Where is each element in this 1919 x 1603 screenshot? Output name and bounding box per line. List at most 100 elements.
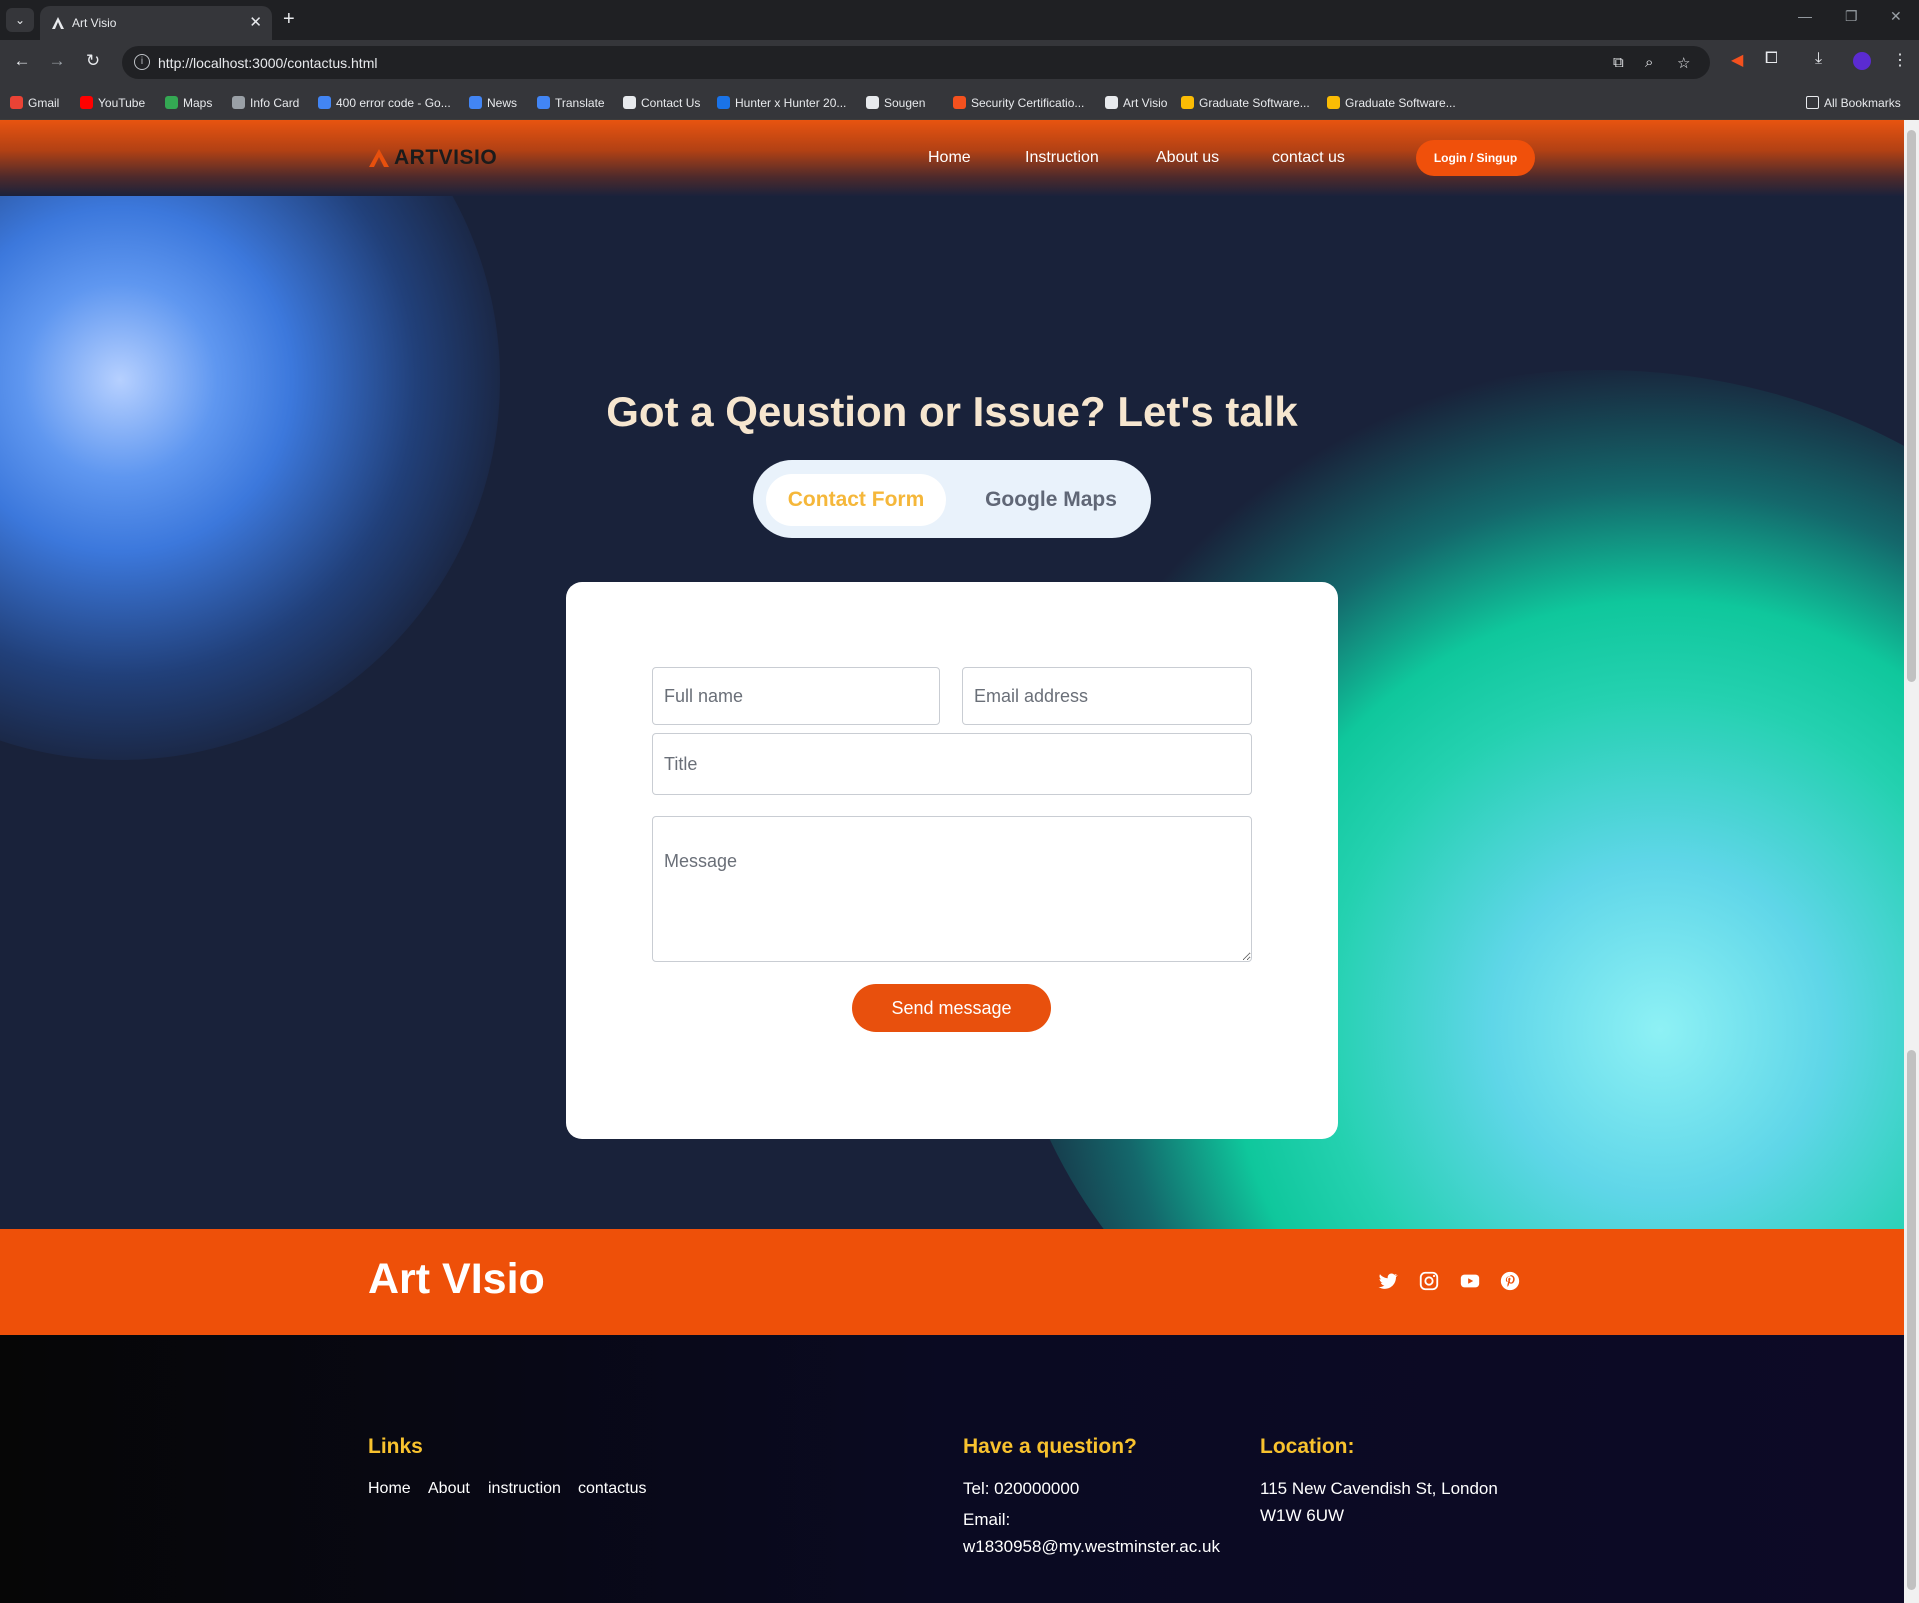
open-in-app-icon[interactable]: ⧉ [1613, 54, 1624, 71]
address-line-2: W1W 6UW [1260, 1506, 1345, 1525]
bookmark-item[interactable]: Translate [537, 85, 605, 120]
bookmarks-bar: Gmail YouTube Maps Info Card 400 error code … [0, 85, 1919, 120]
footer-link-home[interactable]: Home [368, 1480, 411, 1498]
page-scrollbar[interactable] [1904, 120, 1919, 1603]
youtube-icon[interactable] [1459, 1270, 1481, 1292]
tab-title: Art Visio [72, 16, 117, 30]
reload-icon[interactable]: ↻ [81, 51, 105, 71]
message-textarea[interactable] [652, 816, 1252, 962]
bookmark-star-icon[interactable]: ☆ [1677, 54, 1690, 72]
bookmark-label: Gmail [28, 95, 60, 110]
minimize-icon[interactable]: — [1798, 8, 1812, 24]
bookmark-item[interactable]: 400 error code - Go... [318, 85, 451, 120]
email-input[interactable] [962, 667, 1252, 725]
bookmark-favicon-icon [1181, 96, 1194, 109]
nav-instruction[interactable]: Instruction [1025, 149, 1099, 167]
bookmark-item[interactable]: Security Certificatio... [953, 85, 1084, 120]
new-tab-icon[interactable]: + [283, 8, 295, 31]
bookmark-item[interactable]: Art Visio [1105, 85, 1167, 120]
question-heading: Have a question? [963, 1435, 1137, 1458]
bookmark-label: 400 error code - Go... [336, 95, 451, 110]
browser-toolbar: ← → ↻ i http://localhost:3000/contactus.… [0, 40, 1919, 85]
footer-link-about[interactable]: About [428, 1480, 470, 1498]
zoom-icon[interactable]: ⌕ [1645, 54, 1653, 71]
bookmark-favicon-icon [953, 96, 966, 109]
bookmark-favicon-icon [318, 96, 331, 109]
extensions-puzzle-icon[interactable]: ⧠ [1765, 50, 1778, 68]
all-bookmarks[interactable]: All Bookmarks [1806, 85, 1901, 120]
extension-icon[interactable]: ◀ [1731, 50, 1743, 70]
footer-brand: Art VIsio [368, 1255, 545, 1303]
bookmark-item[interactable]: Contact Us [623, 85, 700, 120]
full-name-input[interactable] [652, 667, 940, 725]
bookmark-label: YouTube [98, 95, 146, 110]
instagram-icon[interactable] [1418, 1270, 1440, 1292]
tab-search-dropdown-icon[interactable]: ⌄ [6, 8, 34, 32]
bookmark-item[interactable]: Sougen [866, 85, 925, 120]
bookmark-item[interactable]: Gmail [10, 85, 59, 120]
footer-link-contactus[interactable]: contactus [578, 1480, 646, 1498]
download-icon[interactable]: ⤓ [1815, 50, 1822, 68]
profile-avatar[interactable] [1853, 52, 1871, 70]
title-input[interactable] [652, 733, 1252, 795]
close-tab-icon[interactable]: ✕ [249, 13, 262, 31]
bookmark-favicon-icon [537, 96, 550, 109]
bookmark-label: Maps [183, 95, 213, 110]
page-viewport: ARTVISIO Home Instruction About us conta… [0, 120, 1904, 1603]
bookmark-item[interactable]: YouTube [80, 85, 145, 120]
logo-mark-icon [369, 149, 389, 167]
tab-google-maps[interactable]: Google Maps [963, 474, 1139, 526]
bookmark-favicon-icon [80, 96, 93, 109]
scrollbar-thumb-lower[interactable] [1907, 1050, 1916, 1590]
contact-form-card: Send message [566, 582, 1338, 1139]
restore-icon[interactable]: ❐ [1845, 8, 1858, 25]
send-message-button[interactable]: Send message [852, 984, 1051, 1032]
bookmark-favicon-icon [717, 96, 730, 109]
address-line-1: 115 New Cavendish St, London [1260, 1479, 1498, 1498]
close-window-icon[interactable]: ✕ [1890, 8, 1902, 25]
bookmark-label: News [487, 95, 518, 110]
bookmark-item[interactable]: Info Card [232, 85, 299, 120]
site-logo[interactable]: ARTVISIO [368, 146, 497, 170]
links-heading: Links [368, 1435, 423, 1458]
bookmark-item[interactable]: Hunter x Hunter 20... [717, 85, 846, 120]
bookmark-item[interactable]: Maps [165, 85, 212, 120]
url-text[interactable]: http://localhost:3000/contactus.html [158, 55, 377, 71]
nav-contact-us[interactable]: contact us [1272, 149, 1345, 167]
bookmark-label: Contact Us [641, 95, 701, 110]
address-bar[interactable]: i http://localhost:3000/contactus.html ⧉… [122, 46, 1710, 79]
artvisio-favicon-icon [52, 17, 64, 29]
site-info-icon[interactable]: i [134, 54, 150, 70]
nav-home[interactable]: Home [928, 149, 971, 167]
bookmark-item[interactable]: Graduate Software... [1181, 85, 1310, 120]
tab-contact-form[interactable]: Contact Form [766, 474, 946, 526]
bookmark-label: Translate [555, 95, 605, 110]
footer-link-instruction[interactable]: instruction [488, 1480, 561, 1498]
bookmark-item[interactable]: News [469, 85, 517, 120]
browser-chrome: ⌄ Art Visio ✕ + — ❐ ✕ ← → ↻ i http://loc… [0, 0, 1919, 120]
bookmark-favicon-icon [469, 96, 482, 109]
bookmark-label: Graduate Software... [1199, 95, 1310, 110]
bookmark-label: Info Card [250, 95, 300, 110]
bookmark-label: Hunter x Hunter 20... [735, 95, 847, 110]
bookmark-favicon-icon [1105, 96, 1118, 109]
back-icon[interactable]: ← [10, 51, 34, 71]
menu-kebab-icon[interactable]: ⋮ [1892, 50, 1908, 70]
page-headline: Got a Qeustion or Issue? Let's talk [606, 388, 1298, 435]
email-address[interactable]: w1830958@my.westminster.ac.uk [963, 1533, 1220, 1560]
pinterest-icon[interactable] [1499, 1270, 1521, 1292]
forward-icon[interactable]: → [45, 51, 69, 71]
nav-about-us[interactable]: About us [1156, 149, 1219, 167]
blue-glow-decoration [0, 120, 500, 760]
login-signup-button[interactable]: Login / Singup [1416, 140, 1535, 176]
footer-info: Links Home About instruction contactus H… [0, 1335, 1904, 1603]
twitter-icon[interactable] [1377, 1270, 1399, 1292]
folder-icon [1806, 96, 1819, 109]
scrollbar-thumb[interactable] [1907, 130, 1916, 682]
bookmark-favicon-icon [232, 96, 245, 109]
bookmark-item[interactable]: Graduate Software... [1327, 85, 1456, 120]
browser-tab[interactable]: Art Visio ✕ [40, 6, 272, 40]
footer-brand-bar: Art VIsio [0, 1229, 1904, 1335]
email-label: Email: [963, 1510, 1011, 1529]
tab-strip: ⌄ Art Visio ✕ + — ❐ ✕ [0, 0, 1919, 40]
